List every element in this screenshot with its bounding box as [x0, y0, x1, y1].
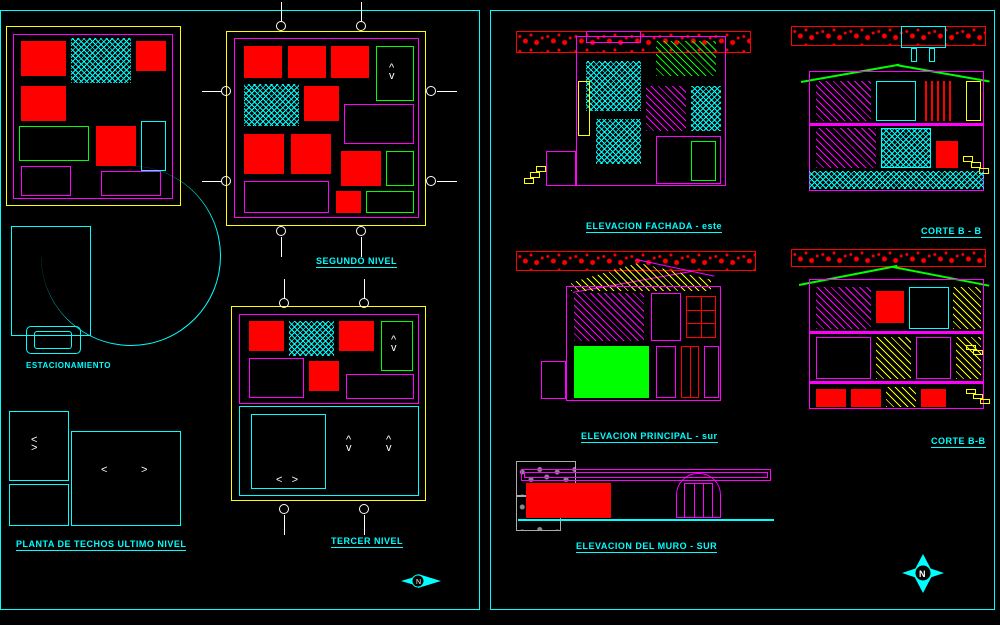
section-b-upper-label: CORTE B - B — [921, 226, 982, 238]
north-arrow-icon: N — [396, 566, 446, 596]
svg-text:N: N — [416, 579, 421, 586]
elevation-east-label: ELEVACION FACHADA - este — [586, 221, 722, 233]
left-drawing-sheet: ESTACIONAMIENTO <> < > PLANTA DE TECHOS … — [0, 10, 480, 610]
elevation-wall-label: ELEVACION DEL MURO - SUR — [576, 541, 717, 553]
svg-text:N: N — [919, 569, 926, 579]
right-drawing-sheet: ELEVACION FACHADA - este — [490, 10, 995, 610]
section-b-upper — [791, 26, 991, 221]
floor-plan-ground: ESTACIONAMIENTO — [1, 26, 201, 396]
section-b-lower-label: CORTE B-B — [931, 436, 986, 448]
elevation-south-label: ELEVACION PRINCIPAL - sur — [581, 431, 718, 443]
second-level-label: SEGUNDO NIVEL — [316, 256, 397, 268]
floor-plan-third: ^v ^v ^v < > — [231, 306, 441, 521]
section-b-lower — [791, 249, 991, 434]
third-level-label: TERCER NIVEL — [331, 536, 403, 548]
elevation-wall — [516, 461, 776, 536]
roof-plan-label: PLANTA DE TECHOS ULTIMO NIVEL — [16, 539, 186, 551]
parking-label: ESTACIONAMIENTO — [26, 361, 111, 370]
elevation-south — [516, 251, 766, 426]
elevation-east — [516, 31, 761, 216]
north-arrow-icon: N — [896, 551, 951, 596]
floor-plan-second: ^v — [226, 26, 446, 246]
